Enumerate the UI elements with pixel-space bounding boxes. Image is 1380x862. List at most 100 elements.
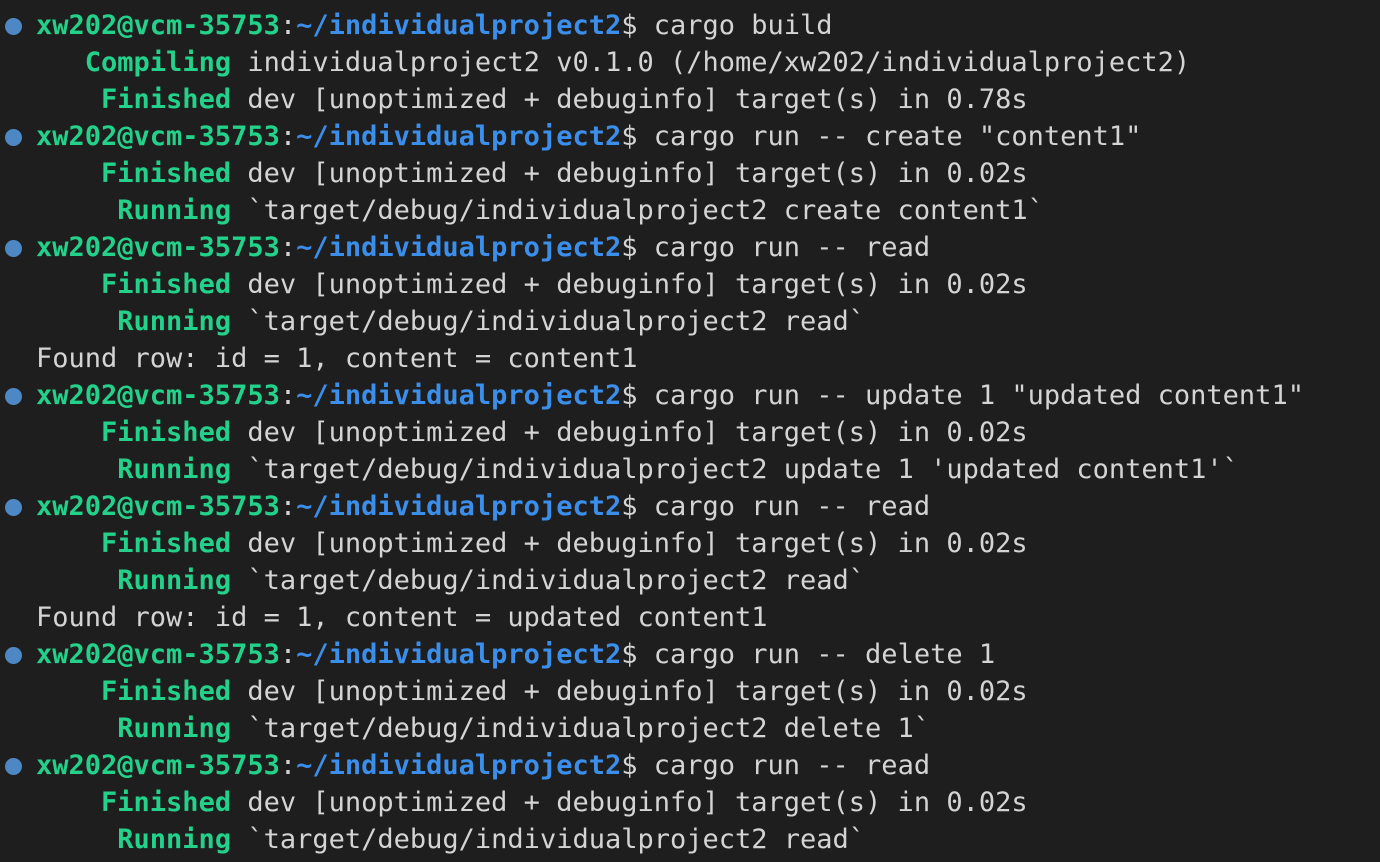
prompt-colon: : xyxy=(279,491,297,522)
prompt-user-host: xw202@vcm-35753 xyxy=(36,380,280,411)
status-indent xyxy=(36,454,117,485)
command-text: cargo build xyxy=(653,10,833,41)
status-label: Running xyxy=(117,713,232,744)
status-label: Running xyxy=(117,454,232,485)
prompt-colon: : xyxy=(279,232,297,263)
command-text: cargo run -- delete 1 xyxy=(653,639,996,670)
prompt-user-host: xw202@vcm-35753 xyxy=(36,639,280,670)
status-indent xyxy=(36,787,101,818)
prompt-user-host: xw202@vcm-35753 xyxy=(36,750,280,781)
status-label: Running xyxy=(117,824,232,855)
status-text: Running `target/debug/individualproject2… xyxy=(36,562,865,599)
status-message: dev [unoptimized + debuginfo] target(s) … xyxy=(247,787,1028,818)
status-indent xyxy=(36,47,85,78)
status-text: Running `target/debug/individualproject2… xyxy=(36,821,865,858)
output-text: Found row: id = 1, content = updated con… xyxy=(36,599,768,636)
status-message: `target/debug/individualproject2 update … xyxy=(247,454,1239,485)
status-label: Finished xyxy=(101,676,232,707)
status-message: dev [unoptimized + debuginfo] target(s) … xyxy=(247,676,1028,707)
output-text: Found row: id = 1, content = content1 xyxy=(36,340,637,377)
prompt-user-host: xw202@vcm-35753 xyxy=(36,232,280,263)
status-space xyxy=(231,787,247,818)
prompt-path: ~/individualproject2 xyxy=(296,639,622,670)
status-space xyxy=(231,824,247,855)
status-text: Running `target/debug/individualproject2… xyxy=(36,710,930,747)
status-space xyxy=(231,306,247,337)
command-text: cargo run -- update 1 "updated content1" xyxy=(653,380,1304,411)
prompt-symbol: $ xyxy=(621,380,654,411)
status-space xyxy=(231,676,247,707)
status-message: `target/debug/individualproject2 create … xyxy=(247,195,1044,226)
status-label: Finished xyxy=(101,417,232,448)
status-indent xyxy=(36,417,101,448)
prompt-colon: : xyxy=(279,639,297,670)
command-decoration-dot-icon[interactable] xyxy=(5,499,22,516)
status-message: dev [unoptimized + debuginfo] target(s) … xyxy=(247,269,1028,300)
prompt-path: ~/individualproject2 xyxy=(296,232,622,263)
status-space xyxy=(231,158,247,189)
command-decoration-dot-icon[interactable] xyxy=(5,129,22,146)
command-decoration-dot-icon[interactable] xyxy=(5,18,22,35)
prompt-text: xw202@vcm-35753:~/individualproject2$ ca… xyxy=(36,377,1304,414)
status-indent xyxy=(36,824,117,855)
prompt-symbol: $ xyxy=(621,491,654,522)
prompt-text: xw202@vcm-35753:~/individualproject2$ ca… xyxy=(36,118,1141,155)
command-decoration-dot-icon[interactable] xyxy=(5,388,22,405)
output-message: Found row: id = 1, content = content1 xyxy=(36,343,638,374)
status-space xyxy=(231,84,247,115)
status-text: Running `target/debug/individualproject2… xyxy=(36,451,1239,488)
command-text: cargo run -- read xyxy=(653,750,931,781)
status-message: dev [unoptimized + debuginfo] target(s) … xyxy=(247,528,1028,559)
status-text: Finished dev [unoptimized + debuginfo] t… xyxy=(36,414,1028,451)
status-indent xyxy=(36,306,117,337)
command-decoration-dot-icon[interactable] xyxy=(5,647,22,664)
prompt-path: ~/individualproject2 xyxy=(296,750,622,781)
prompt-text: xw202@vcm-35753:~/individualproject2$ ca… xyxy=(36,7,833,44)
status-indent xyxy=(36,195,117,226)
status-space xyxy=(231,269,247,300)
output-message: Found row: id = 1, content = updated con… xyxy=(36,602,768,633)
status-space xyxy=(231,417,247,448)
status-text: Finished dev [unoptimized + debuginfo] t… xyxy=(36,81,1028,118)
prompt-path: ~/individualproject2 xyxy=(296,10,622,41)
status-space xyxy=(231,454,247,485)
status-text: Running `target/debug/individualproject2… xyxy=(36,192,1044,229)
status-indent xyxy=(36,713,117,744)
status-label: Finished xyxy=(101,158,232,189)
status-label: Finished xyxy=(101,84,232,115)
prompt-symbol: $ xyxy=(621,10,654,41)
command-text: cargo run -- read xyxy=(653,232,931,263)
status-indent xyxy=(36,565,117,596)
prompt-user-host: xw202@vcm-35753 xyxy=(36,491,280,522)
prompt-symbol: $ xyxy=(621,639,654,670)
prompt-colon: : xyxy=(279,121,297,152)
prompt-symbol: $ xyxy=(621,750,654,781)
status-text: Finished dev [unoptimized + debuginfo] t… xyxy=(36,525,1028,562)
status-text: Finished dev [unoptimized + debuginfo] t… xyxy=(36,155,1028,192)
status-label: Running xyxy=(117,306,232,337)
status-indent xyxy=(36,84,101,115)
command-decoration-dot-icon[interactable] xyxy=(5,240,22,257)
status-message: `target/debug/individualproject2 read` xyxy=(247,565,866,596)
prompt-colon: : xyxy=(279,380,297,411)
status-space xyxy=(231,713,247,744)
prompt-symbol: $ xyxy=(621,232,654,263)
status-text: Finished dev [unoptimized + debuginfo] t… xyxy=(36,266,1028,303)
status-indent xyxy=(36,269,101,300)
status-space xyxy=(231,47,247,78)
status-message: dev [unoptimized + debuginfo] target(s) … xyxy=(247,84,1028,115)
prompt-text: xw202@vcm-35753:~/individualproject2$ ca… xyxy=(36,229,930,266)
command-decoration-dot-icon[interactable] xyxy=(5,758,22,775)
prompt-text: xw202@vcm-35753:~/individualproject2$ ca… xyxy=(36,636,995,673)
prompt-symbol: $ xyxy=(621,121,654,152)
status-label: Running xyxy=(117,195,232,226)
status-message: `target/debug/individualproject2 read` xyxy=(247,306,866,337)
status-message: individualproject2 v0.1.0 (/home/xw202/i… xyxy=(247,47,1191,78)
terminal-panel[interactable]: xw202@vcm-35753:~/individualproject2$ ca… xyxy=(0,0,1380,862)
status-message: dev [unoptimized + debuginfo] target(s) … xyxy=(247,417,1028,448)
prompt-user-host: xw202@vcm-35753 xyxy=(36,10,280,41)
prompt-path: ~/individualproject2 xyxy=(296,491,622,522)
status-label: Finished xyxy=(101,787,232,818)
status-space xyxy=(231,195,247,226)
prompt-user-host: xw202@vcm-35753 xyxy=(36,121,280,152)
